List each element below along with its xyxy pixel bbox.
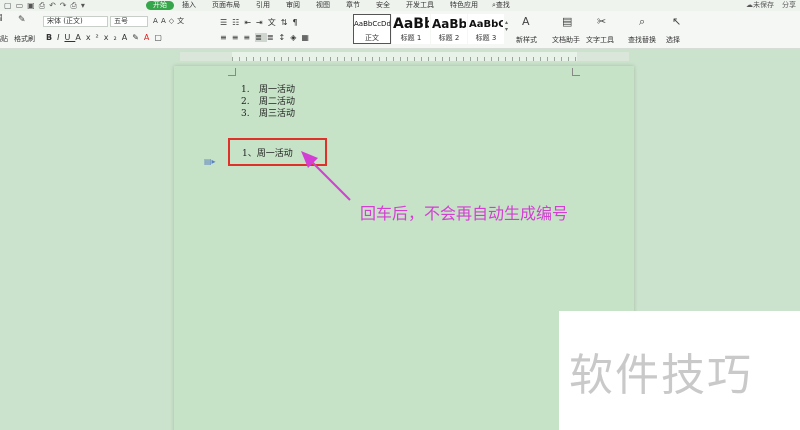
watermark: 软件技巧 bbox=[559, 311, 800, 430]
annotation-note: 回车后，不会再自动生成编号 bbox=[360, 204, 569, 223]
watermark-text: 软件技巧 bbox=[569, 350, 753, 401]
arrow-shaft bbox=[308, 158, 351, 201]
